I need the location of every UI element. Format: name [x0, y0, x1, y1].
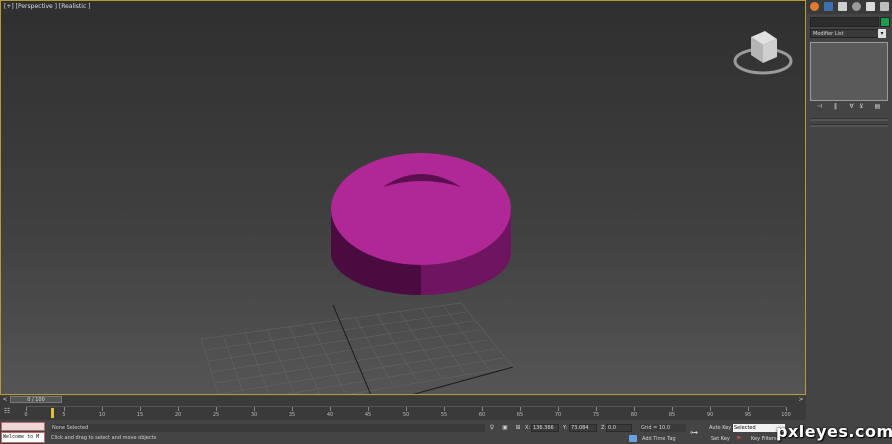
absolute-mode-icon[interactable]: ⊞ — [514, 424, 522, 432]
show-end-result-icon[interactable]: ‖ — [831, 103, 840, 111]
ruler-tick-label: 95 — [744, 412, 752, 418]
modifier-list-dropdown[interactable]: Modifier List ▾ — [810, 29, 886, 38]
ruler-tick-label: 75 — [592, 412, 600, 418]
ruler-tick — [558, 407, 559, 411]
ruler-tick-label: 85 — [668, 412, 676, 418]
ruler-tick — [596, 407, 597, 411]
display-icon[interactable] — [866, 2, 875, 11]
prompt-line: Click and drag to select and move object… — [51, 435, 157, 441]
next-frame-icon[interactable]: > — [797, 396, 805, 404]
ruler-tick-label: 80 — [630, 412, 638, 418]
key-filter-icon[interactable]: ⚑ — [736, 435, 741, 442]
command-panel-tabs — [807, 0, 892, 14]
ruler-tick — [520, 407, 521, 411]
ruler-tick-label: 20 — [174, 412, 182, 418]
ruler-tick — [444, 407, 445, 411]
ruler-tick-label: 0 — [24, 412, 28, 418]
status-bar: Welcome to M None Selected Click and dra… — [0, 421, 892, 444]
ruler-tick — [254, 407, 255, 411]
ruler-tick — [64, 407, 65, 411]
isolate-selection-icon[interactable]: ♀ — [488, 424, 496, 432]
ruler-tick — [102, 407, 103, 411]
grid-size-readout: Grid = 10.0 — [640, 424, 686, 432]
ruler-tick-label: 90 — [706, 412, 714, 418]
ruler-tick — [26, 407, 27, 411]
modifier-list-label: Modifier List — [813, 31, 844, 37]
modifier-stack[interactable] — [810, 42, 888, 101]
ruler-tick-label: 65 — [516, 412, 524, 418]
command-panel: Modifier List ▾ ⊣ ‖ ∀ ⊻ ▤ — [807, 0, 892, 421]
ruler-tick-label: 60 — [478, 412, 486, 418]
current-frame-marker[interactable] — [51, 408, 54, 418]
ruler-tick — [748, 407, 749, 411]
ruler-tick — [216, 407, 217, 411]
hierarchy-icon[interactable] — [838, 2, 847, 11]
utilities-icon[interactable] — [880, 2, 889, 11]
set-key-button[interactable]: Set Key — [711, 436, 730, 442]
y-coord-label: Y: — [563, 425, 568, 431]
scene-canvas[interactable] — [1, 1, 806, 395]
home-grid — [200, 302, 514, 394]
ruler-tick-label: 15 — [136, 412, 144, 418]
auto-key-button[interactable]: Auto Key — [709, 425, 731, 431]
ruler-tick-label: 55 — [440, 412, 448, 418]
maxscript-listener-top[interactable] — [1, 422, 45, 431]
ruler-tick-label: 35 — [288, 412, 296, 418]
ruler-tick-label: 100 — [781, 412, 791, 418]
modify-icon[interactable] — [824, 2, 833, 11]
y-coordinate-field[interactable]: 73.084 — [569, 424, 597, 432]
chevron-down-icon[interactable]: ▾ — [878, 29, 886, 38]
ruler-tick — [786, 407, 787, 411]
rollout-divider — [810, 118, 888, 121]
frame-ruler[interactable]: 0 5 10 15 20 25 30 35 40 45 50 55 60 65 70 75 80 85 90 95 10… — [24, 406, 791, 419]
ruler-tick — [710, 407, 711, 411]
ruler-tick — [368, 407, 369, 411]
cylinder-object[interactable] — [331, 153, 511, 295]
add-time-tag-button[interactable]: Add Time Tag — [642, 436, 676, 442]
ruler-tick — [482, 407, 483, 411]
ruler-tick — [292, 407, 293, 411]
set-keys-icon[interactable]: ⊶ — [690, 428, 698, 437]
ruler-tick-label: 50 — [402, 412, 410, 418]
time-slider[interactable]: < 0 / 100 > — [0, 396, 806, 404]
time-slider-thumb[interactable]: 0 / 100 — [10, 396, 62, 403]
motion-icon[interactable] — [852, 2, 861, 11]
ruler-tick — [178, 407, 179, 411]
viewcube[interactable] — [731, 27, 795, 79]
make-unique-icon[interactable]: ∀ — [847, 103, 856, 111]
create-icon[interactable] — [810, 2, 819, 11]
maxscript-mini-listener[interactable]: Welcome to M — [1, 432, 45, 443]
configure-modifier-sets-icon[interactable]: ▤ — [873, 103, 882, 111]
selection-status: None Selected — [51, 424, 485, 432]
ruler-tick-label: 45 — [364, 412, 372, 418]
perspective-viewport[interactable]: [+] [Perspective ] [Realistic ] — [0, 0, 806, 395]
ruler-tick-label: 25 — [212, 412, 220, 418]
previous-frame-icon[interactable]: < — [1, 396, 9, 404]
ruler-tick-label: 5 — [62, 412, 66, 418]
rollout-divider — [810, 124, 888, 127]
x-coord-label: X: — [525, 425, 531, 431]
pxleyes-watermark: pxleyes.com — [776, 422, 892, 441]
object-name-field[interactable] — [810, 17, 879, 27]
ruler-tick — [330, 407, 331, 411]
object-color-swatch[interactable] — [880, 17, 890, 27]
z-coordinate-field[interactable]: 0.0 — [606, 424, 632, 432]
pin-stack-icon[interactable]: ⊣ — [815, 103, 824, 111]
ruler-tick — [672, 407, 673, 411]
track-bar[interactable]: ☷ 0 5 10 15 20 25 30 35 40 45 50 55 60 65 70 75 80 85 90 95… — [0, 404, 806, 420]
ruler-tick — [634, 407, 635, 411]
ruler-tick-label: 40 — [326, 412, 334, 418]
selection-lock-icon[interactable]: ▣ — [501, 424, 509, 432]
ruler-tick-label: 70 — [554, 412, 562, 418]
time-tag-icon[interactable] — [629, 435, 637, 442]
ruler-tick — [406, 407, 407, 411]
ruler-tick — [140, 407, 141, 411]
x-coordinate-field[interactable]: 136.366 — [531, 424, 559, 432]
ruler-tick-label: 10 — [98, 412, 106, 418]
mini-curve-editor-icon[interactable]: ☷ — [4, 407, 10, 415]
ruler-tick-label: 30 — [250, 412, 258, 418]
remove-modifier-icon[interactable]: ⊻ — [857, 103, 866, 111]
